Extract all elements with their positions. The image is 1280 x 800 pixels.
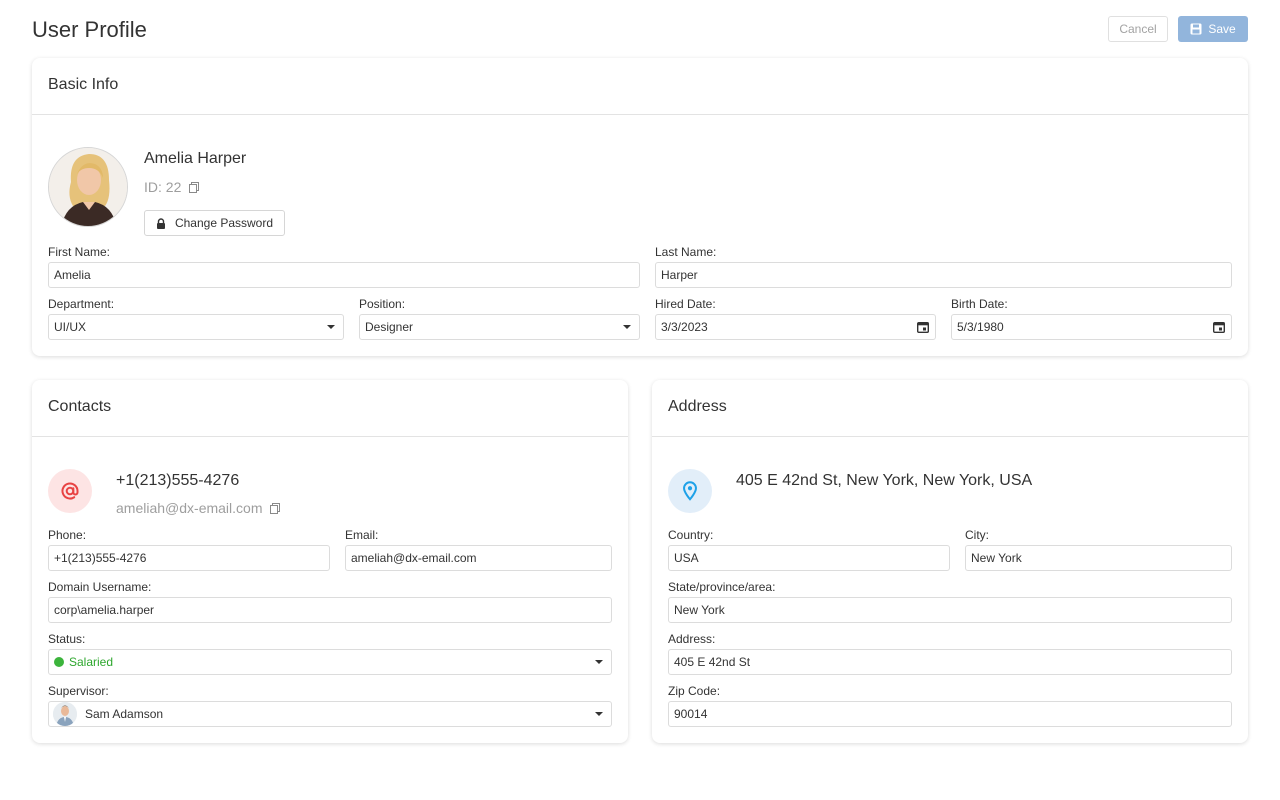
city-input[interactable]: New York bbox=[965, 545, 1232, 571]
contacts-title: Contacts bbox=[32, 380, 628, 437]
birth-date-label: Birth Date: bbox=[951, 297, 1008, 311]
change-password-button[interactable]: Change Password bbox=[144, 210, 285, 236]
street-address-input[interactable]: 405 E 42nd St bbox=[668, 649, 1232, 675]
country-label: Country: bbox=[668, 528, 714, 542]
country-value: USA bbox=[674, 551, 699, 565]
status-select[interactable]: Salaried bbox=[48, 649, 612, 675]
status-label: Status: bbox=[48, 632, 86, 646]
supervisor-value: Sam Adamson bbox=[85, 707, 164, 721]
birth-date-value: 5/3/1980 bbox=[957, 320, 1004, 334]
contact-icon-badge bbox=[48, 469, 92, 513]
zip-code-value: 90014 bbox=[674, 707, 708, 721]
contacts-card: Contacts +1(213)555-4276 ameliah@dx-emai… bbox=[32, 380, 628, 743]
contact-email-text: ameliah@dx-email.com bbox=[116, 500, 263, 516]
first-name-value: Amelia bbox=[54, 268, 91, 282]
at-sign-icon bbox=[61, 482, 79, 500]
first-name-input[interactable]: Amelia bbox=[48, 262, 640, 288]
domain-username-label: Domain Username: bbox=[48, 580, 152, 594]
profile-id: ID: 22 bbox=[144, 179, 200, 195]
contact-phone-display: +1(213)555-4276 bbox=[116, 472, 240, 489]
status-dot-icon bbox=[54, 657, 64, 667]
address-icon-badge bbox=[668, 469, 712, 513]
supervisor-label: Supervisor: bbox=[48, 684, 109, 698]
state-input[interactable]: New York bbox=[668, 597, 1232, 623]
birth-date-input[interactable]: 5/3/1980 bbox=[951, 314, 1232, 340]
save-button-label: Save bbox=[1208, 22, 1236, 36]
domain-username-value: corp\amelia.harper bbox=[54, 603, 155, 617]
lock-icon bbox=[156, 217, 165, 229]
calendar-icon[interactable] bbox=[1213, 321, 1225, 333]
position-select[interactable]: Designer bbox=[359, 314, 640, 340]
department-value: UI/UX bbox=[54, 320, 87, 334]
save-button[interactable]: Save bbox=[1178, 16, 1248, 42]
phone-input[interactable]: +1(213)555-4276 bbox=[48, 545, 330, 571]
position-label: Position: bbox=[359, 297, 406, 311]
city-label: City: bbox=[965, 528, 989, 542]
full-address-display: 405 E 42nd St, New York, New York, USA bbox=[736, 472, 1033, 489]
first-name-label: First Name: bbox=[48, 245, 111, 259]
department-select[interactable]: UI/UX bbox=[48, 314, 344, 340]
caret-down-icon bbox=[595, 712, 603, 716]
street-address-label: Address: bbox=[668, 632, 716, 646]
position-value: Designer bbox=[365, 320, 414, 334]
map-pin-icon bbox=[683, 481, 697, 501]
address-title: Address bbox=[652, 380, 1248, 437]
country-input[interactable]: USA bbox=[668, 545, 950, 571]
profile-name: Amelia Harper bbox=[144, 150, 247, 167]
address-card: Address 405 E 42nd St, New York, New Yor… bbox=[652, 380, 1248, 743]
copy-icon[interactable] bbox=[270, 502, 281, 514]
hired-date-value: 3/3/2023 bbox=[661, 320, 708, 334]
email-input[interactable]: ameliah@dx-email.com bbox=[345, 545, 612, 571]
zip-code-input[interactable]: 90014 bbox=[668, 701, 1232, 727]
hired-date-label: Hired Date: bbox=[655, 297, 716, 311]
phone-value: +1(213)555-4276 bbox=[54, 551, 147, 565]
state-label: State/province/area: bbox=[668, 580, 776, 594]
basic-info-card: Basic Info Amelia Harper ID: 22 Change P… bbox=[32, 58, 1248, 356]
calendar-icon[interactable] bbox=[917, 321, 929, 333]
page-title: User Profile bbox=[32, 17, 147, 42]
last-name-input[interactable]: Harper bbox=[655, 262, 1232, 288]
email-label: Email: bbox=[345, 528, 379, 542]
contact-email-display: ameliah@dx-email.com bbox=[116, 500, 281, 516]
profile-photo bbox=[49, 148, 127, 226]
last-name-label: Last Name: bbox=[655, 245, 717, 259]
supervisor-avatar bbox=[53, 702, 77, 726]
change-password-label: Change Password bbox=[174, 216, 274, 230]
cancel-button[interactable]: Cancel bbox=[1108, 16, 1168, 42]
profile-id-text: ID: 22 bbox=[144, 179, 182, 195]
street-address-value: 405 E 42nd St bbox=[674, 655, 751, 669]
basic-info-title: Basic Info bbox=[32, 58, 1248, 115]
status-value: Salaried bbox=[69, 655, 114, 669]
state-value: New York bbox=[674, 603, 725, 617]
domain-username-input[interactable]: corp\amelia.harper bbox=[48, 597, 612, 623]
floppy-disk-icon bbox=[1190, 23, 1202, 35]
zip-code-label: Zip Code: bbox=[668, 684, 721, 698]
avatar bbox=[48, 147, 128, 227]
hired-date-input[interactable]: 3/3/2023 bbox=[655, 314, 936, 340]
city-value: New York bbox=[971, 551, 1022, 565]
supervisor-photo bbox=[53, 702, 77, 726]
caret-down-icon bbox=[623, 325, 631, 329]
caret-down-icon bbox=[595, 660, 603, 664]
supervisor-select[interactable]: Sam Adamson bbox=[48, 701, 612, 727]
last-name-value: Harper bbox=[661, 268, 698, 282]
phone-label: Phone: bbox=[48, 528, 87, 542]
email-value: ameliah@dx-email.com bbox=[351, 551, 477, 565]
department-label: Department: bbox=[48, 297, 115, 311]
copy-icon[interactable] bbox=[189, 181, 200, 193]
caret-down-icon bbox=[327, 325, 335, 329]
